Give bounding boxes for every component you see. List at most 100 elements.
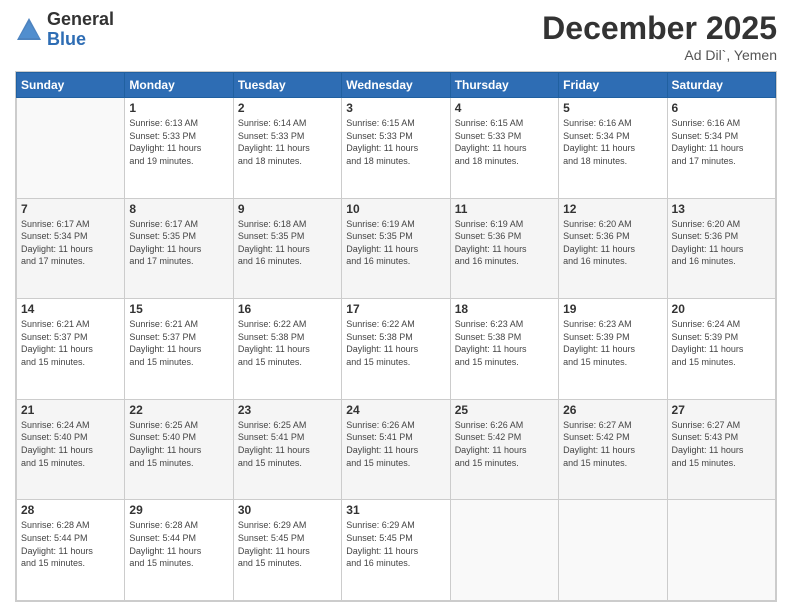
weekday-header-friday: Friday bbox=[559, 73, 667, 98]
day-number: 27 bbox=[672, 403, 771, 417]
day-number: 21 bbox=[21, 403, 120, 417]
calendar-cell: 31Sunrise: 6:29 AM Sunset: 5:45 PM Dayli… bbox=[342, 500, 450, 601]
calendar-cell: 12 Sunrise: 6:20 AM Sunset: 5:36 PM Dayli… bbox=[559, 198, 667, 299]
page: General Blue December 2025 Ad Dil`, Yeme… bbox=[0, 0, 792, 612]
day-number: 20 bbox=[672, 302, 771, 316]
day-number: 28 bbox=[21, 503, 120, 517]
day-number: 11 bbox=[455, 202, 554, 216]
weekday-header-thursday: Thursday bbox=[450, 73, 558, 98]
calendar-cell: 14Sunrise: 6:21 AM Sunset: 5:37 PM Dayli… bbox=[17, 299, 125, 400]
logo-icon bbox=[15, 16, 43, 44]
title-section: December 2025 Ad Dil`, Yemen bbox=[542, 10, 777, 63]
calendar-cell: 19Sunrise: 6:23 AM Sunset: 5:39 PM Dayli… bbox=[559, 299, 667, 400]
calendar-week-1: 1Sunrise: 6:13 AM Sunset: 5:33 PM Daylig… bbox=[17, 98, 776, 199]
calendar-cell: 23Sunrise: 6:25 AM Sunset: 5:41 PM Dayli… bbox=[233, 399, 341, 500]
day-info: Sunrise: 6:16 AM Sunset: 5:34 PM Dayligh… bbox=[563, 117, 662, 167]
weekday-header-sunday: Sunday bbox=[17, 73, 125, 98]
calendar-cell: 22Sunrise: 6:25 AM Sunset: 5:40 PM Dayli… bbox=[125, 399, 233, 500]
header: General Blue December 2025 Ad Dil`, Yeme… bbox=[15, 10, 777, 63]
calendar-week-3: 14Sunrise: 6:21 AM Sunset: 5:37 PM Dayli… bbox=[17, 299, 776, 400]
day-number: 24 bbox=[346, 403, 445, 417]
weekday-header-wednesday: Wednesday bbox=[342, 73, 450, 98]
calendar-cell: 9 Sunrise: 6:18 AM Sunset: 5:35 PM Daylig… bbox=[233, 198, 341, 299]
day-info: Sunrise: 6:20 AM Sunset: 5:36 PM Dayligh… bbox=[563, 218, 662, 268]
calendar-cell: 30Sunrise: 6:29 AM Sunset: 5:45 PM Dayli… bbox=[233, 500, 341, 601]
day-info: Sunrise: 6:17 AM Sunset: 5:34 PM Dayligh… bbox=[21, 218, 120, 268]
logo-blue-text: Blue bbox=[47, 30, 114, 50]
day-info: Sunrise: 6:15 AM Sunset: 5:33 PM Dayligh… bbox=[346, 117, 445, 167]
day-info: Sunrise: 6:20 AM Sunset: 5:36 PM Dayligh… bbox=[672, 218, 771, 268]
day-number: 10 bbox=[346, 202, 445, 216]
weekday-header-tuesday: Tuesday bbox=[233, 73, 341, 98]
calendar-cell: 28Sunrise: 6:28 AM Sunset: 5:44 PM Dayli… bbox=[17, 500, 125, 601]
logo-text: General Blue bbox=[47, 10, 114, 50]
day-number: 15 bbox=[129, 302, 228, 316]
day-number: 9 bbox=[238, 202, 337, 216]
calendar-cell: 27 Sunrise: 6:27 AM Sunset: 5:43 PM Dayli… bbox=[667, 399, 775, 500]
calendar-cell: 26 Sunrise: 6:27 AM Sunset: 5:42 PM Dayli… bbox=[559, 399, 667, 500]
calendar-table: SundayMondayTuesdayWednesdayThursdayFrid… bbox=[16, 72, 776, 601]
day-info: Sunrise: 6:28 AM Sunset: 5:44 PM Dayligh… bbox=[129, 519, 228, 569]
day-number: 8 bbox=[129, 202, 228, 216]
calendar-cell: 25Sunrise: 6:26 AM Sunset: 5:42 PM Dayli… bbox=[450, 399, 558, 500]
calendar-cell: 13Sunrise: 6:20 AM Sunset: 5:36 PM Dayli… bbox=[667, 198, 775, 299]
day-number: 6 bbox=[672, 101, 771, 115]
calendar-cell: 20 Sunrise: 6:24 AM Sunset: 5:39 PM Dayli… bbox=[667, 299, 775, 400]
calendar-week-5: 28 Sunrise: 6:28 AM Sunset: 5:44 PM Dayli… bbox=[17, 500, 776, 601]
day-info: Sunrise: 6:17 AM Sunset: 5:35 PM Dayligh… bbox=[129, 218, 228, 268]
day-info: Sunrise: 6:24 AM Sunset: 5:40 PM Dayligh… bbox=[21, 419, 120, 469]
location: Ad Dil`, Yemen bbox=[542, 47, 777, 63]
day-info: Sunrise: 6:27 AM Sunset: 5:43 PM Dayligh… bbox=[672, 419, 771, 469]
day-number: 7 bbox=[21, 202, 120, 216]
day-info: Sunrise: 6:26 AM Sunset: 5:42 PM Dayligh… bbox=[455, 419, 554, 469]
weekday-header-saturday: Saturday bbox=[667, 73, 775, 98]
day-number: 3 bbox=[346, 101, 445, 115]
day-number: 23 bbox=[238, 403, 337, 417]
day-info: Sunrise: 6:13 AM Sunset: 5:33 PM Dayligh… bbox=[129, 117, 228, 167]
day-info: Sunrise: 6:18 AM Sunset: 5:35 PM Dayligh… bbox=[238, 218, 337, 268]
day-number: 4 bbox=[455, 101, 554, 115]
calendar-cell bbox=[17, 98, 125, 199]
calendar-cell bbox=[559, 500, 667, 601]
day-number: 5 bbox=[563, 101, 662, 115]
day-number: 2 bbox=[238, 101, 337, 115]
calendar-cell: 6Sunrise: 6:16 AM Sunset: 5:34 PM Daylig… bbox=[667, 98, 775, 199]
day-info: Sunrise: 6:29 AM Sunset: 5:45 PM Dayligh… bbox=[238, 519, 337, 569]
logo: General Blue bbox=[15, 10, 114, 50]
calendar-cell: 3 Sunrise: 6:15 AM Sunset: 5:33 PM Daylig… bbox=[342, 98, 450, 199]
month-title: December 2025 bbox=[542, 10, 777, 47]
logo-general-text: General bbox=[47, 10, 114, 30]
day-number: 18 bbox=[455, 302, 554, 316]
weekday-header-monday: Monday bbox=[125, 73, 233, 98]
calendar-cell: 1Sunrise: 6:13 AM Sunset: 5:33 PM Daylig… bbox=[125, 98, 233, 199]
calendar-cell: 8 Sunrise: 6:17 AM Sunset: 5:35 PM Daylig… bbox=[125, 198, 233, 299]
day-info: Sunrise: 6:15 AM Sunset: 5:33 PM Dayligh… bbox=[455, 117, 554, 167]
day-info: Sunrise: 6:23 AM Sunset: 5:39 PM Dayligh… bbox=[563, 318, 662, 368]
calendar-body: 1Sunrise: 6:13 AM Sunset: 5:33 PM Daylig… bbox=[17, 98, 776, 601]
calendar-cell: 18Sunrise: 6:23 AM Sunset: 5:38 PM Dayli… bbox=[450, 299, 558, 400]
day-info: Sunrise: 6:19 AM Sunset: 5:35 PM Dayligh… bbox=[346, 218, 445, 268]
calendar-cell: 5 Sunrise: 6:16 AM Sunset: 5:34 PM Daylig… bbox=[559, 98, 667, 199]
day-info: Sunrise: 6:24 AM Sunset: 5:39 PM Dayligh… bbox=[672, 318, 771, 368]
day-number: 22 bbox=[129, 403, 228, 417]
calendar-cell: 2 Sunrise: 6:14 AM Sunset: 5:33 PM Daylig… bbox=[233, 98, 341, 199]
day-info: Sunrise: 6:27 AM Sunset: 5:42 PM Dayligh… bbox=[563, 419, 662, 469]
calendar-cell: 17Sunrise: 6:22 AM Sunset: 5:38 PM Dayli… bbox=[342, 299, 450, 400]
calendar-cell: 16Sunrise: 6:22 AM Sunset: 5:38 PM Dayli… bbox=[233, 299, 341, 400]
calendar-cell: 15Sunrise: 6:21 AM Sunset: 5:37 PM Dayli… bbox=[125, 299, 233, 400]
calendar-week-4: 21 Sunrise: 6:24 AM Sunset: 5:40 PM Dayli… bbox=[17, 399, 776, 500]
weekday-row: SundayMondayTuesdayWednesdayThursdayFrid… bbox=[17, 73, 776, 98]
calendar-cell: 7 Sunrise: 6:17 AM Sunset: 5:34 PM Daylig… bbox=[17, 198, 125, 299]
calendar-cell: 29 Sunrise: 6:28 AM Sunset: 5:44 PM Dayli… bbox=[125, 500, 233, 601]
calendar-cell bbox=[450, 500, 558, 601]
calendar-cell: 10 Sunrise: 6:19 AM Sunset: 5:35 PM Dayli… bbox=[342, 198, 450, 299]
calendar: SundayMondayTuesdayWednesdayThursdayFrid… bbox=[15, 71, 777, 602]
day-number: 12 bbox=[563, 202, 662, 216]
day-number: 14 bbox=[21, 302, 120, 316]
day-number: 29 bbox=[129, 503, 228, 517]
day-number: 16 bbox=[238, 302, 337, 316]
calendar-header: SundayMondayTuesdayWednesdayThursdayFrid… bbox=[17, 73, 776, 98]
day-number: 26 bbox=[563, 403, 662, 417]
calendar-cell bbox=[667, 500, 775, 601]
day-info: Sunrise: 6:14 AM Sunset: 5:33 PM Dayligh… bbox=[238, 117, 337, 167]
